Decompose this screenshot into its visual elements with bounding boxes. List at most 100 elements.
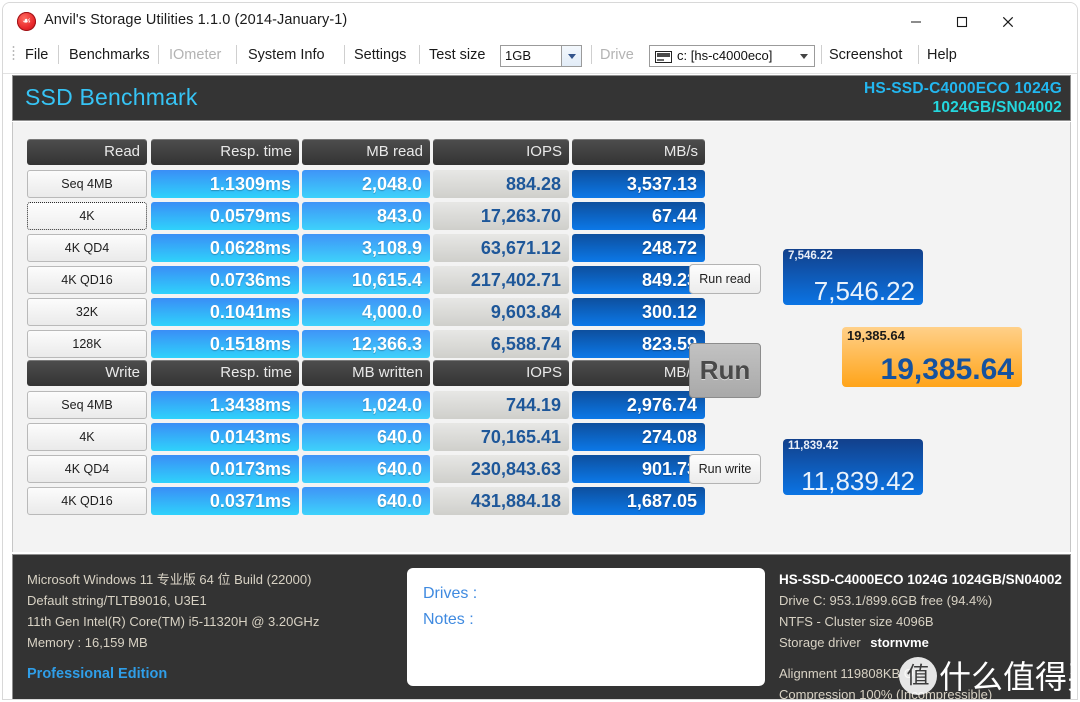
drive-select[interactable]: c: [hs-c4000eco] [649,45,815,67]
help-button[interactable]: Help [927,47,957,63]
write-iops-cell-0: 744.19 [433,391,569,419]
drive-capacity: Drive C: 953.1/899.6GB free (94.4%) [779,593,993,608]
total-score-caption: 19,385.64 [847,328,905,343]
read-row-label-0[interactable]: Seq 4MB [27,170,147,198]
read-iops-cell-2: 63,671.12 [433,234,569,262]
drive-filesystem: NTFS - Cluster size 4096B [779,614,934,629]
page-title: SSD Benchmark [25,84,198,110]
menu-item-system-info[interactable]: System Info [248,47,325,63]
menu-grip [12,45,15,61]
os-version: Microsoft Windows 11 专业版 64 位 Build (220… [27,572,312,587]
chevron-down-icon[interactable] [794,46,814,66]
close-button[interactable] [985,3,1031,41]
info-footer: Microsoft Windows 11 专业版 64 位 Build (220… [12,554,1071,699]
write-score-box: 11,839.42 11,839.42 [783,439,923,495]
run-button[interactable]: Run [689,343,761,398]
read-header-3: IOPS [433,139,569,165]
application-window: ☙ Anvil's Storage Utilities 1.1.0 (2014-… [2,2,1078,700]
write-score-caption: 11,839.42 [788,440,839,452]
write-header-2: MB written [302,360,430,386]
test-size-label: Test size [429,47,486,63]
board-string: Default string/TLTB9016, U3E1 [27,593,207,608]
write-resp-time-cell-0: 1.3438ms [151,391,299,419]
read-row-label-1[interactable]: 4K [27,202,147,230]
total-score-box: 19,385.64 19,385.64 [842,327,1022,387]
test-size-select[interactable]: 1GB [500,45,582,67]
run-read-button[interactable]: Run read [689,264,761,294]
drives-label: Drives : [423,585,478,602]
read-row-label-4[interactable]: 32K [27,298,147,326]
read-score-value: 7,546.22 [813,276,915,305]
read-header-2: MB read [302,139,430,165]
menu-separator [158,45,159,64]
read-resp-time-cell-1: 0.0579ms [151,202,299,230]
write-row-label-2[interactable]: 4K QD4 [27,455,147,483]
run-write-button[interactable]: Run write [689,454,761,484]
read-mbs-cell-5: 823.59 [572,330,705,358]
write-mbs-cell-1: 274.08 [572,423,705,451]
read-mb-cell-3: 10,615.4 [302,266,430,294]
drive-driver-row: Storage driver stornvme [779,632,1062,653]
read-row-label-5[interactable]: 128K [27,330,147,358]
write-header-1: Resp. time [151,360,299,386]
write-row-label-3[interactable]: 4K QD16 [27,487,147,515]
benchmark-banner: SSD Benchmark HS-SSD-C4000ECO 1024G 1024… [12,75,1071,121]
notes-label: Notes : [423,611,474,628]
read-mb-cell-5: 12,366.3 [302,330,430,358]
write-iops-cell-2: 230,843.63 [433,455,569,483]
read-resp-time-cell-0: 1.1309ms [151,170,299,198]
menu-separator [58,45,59,64]
drive-alignment: Alignment 119808KB OK [779,666,923,681]
close-icon [1002,16,1014,28]
maximize-icon [956,16,968,28]
read-mbs-cell-4: 300.12 [572,298,705,326]
read-row-label-2[interactable]: 4K QD4 [27,234,147,262]
read-mbs-cell-2: 248.72 [572,234,705,262]
read-iops-cell-4: 9,603.84 [433,298,569,326]
read-header-0: Read [27,139,147,165]
screenshot-button[interactable]: Screenshot [829,47,902,63]
write-mb-cell-2: 640.0 [302,455,430,483]
driver-value: stornvme [870,635,929,650]
write-mbs-cell-2: 901.73 [572,455,705,483]
maximize-button[interactable] [939,3,985,41]
device-serial: 1024GB/SN04002 [932,99,1062,116]
total-score-value: 19,385.64 [880,353,1014,386]
read-score-caption: 7,546.22 [788,250,833,262]
write-header-0: Write [27,360,147,386]
write-mbs-cell-0: 2,976.74 [572,391,705,419]
menu-item-file[interactable]: File [25,47,48,63]
write-mb-cell-0: 1,024.0 [302,391,430,419]
minimize-button[interactable] [893,3,939,41]
write-row-label-1[interactable]: 4K [27,423,147,451]
notes-box[interactable]: Drives : Notes : [407,568,765,686]
read-row-label-3[interactable]: 4K QD16 [27,266,147,294]
menu-item-iometer: IOmeter [169,47,222,63]
menu-item-benchmarks[interactable]: Benchmarks [69,47,150,63]
read-resp-time-cell-4: 0.1041ms [151,298,299,326]
read-score-box: 7,546.22 7,546.22 [783,249,923,305]
write-mbs-cell-3: 1,687.05 [572,487,705,515]
read-resp-time-cell-5: 0.1518ms [151,330,299,358]
read-iops-cell-1: 17,263.70 [433,202,569,230]
window-title: Anvil's Storage Utilities 1.1.0 (2014-Ja… [44,12,348,28]
write-iops-cell-1: 70,165.41 [433,423,569,451]
read-mb-cell-4: 4,000.0 [302,298,430,326]
read-iops-cell-0: 884.28 [433,170,569,198]
read-mb-cell-2: 3,108.9 [302,234,430,262]
write-mb-cell-1: 640.0 [302,423,430,451]
menu-item-settings[interactable]: Settings [354,47,406,63]
write-row-label-0[interactable]: Seq 4MB [27,391,147,419]
app-root: ☙ Anvil's Storage Utilities 1.1.0 (2014-… [0,0,1080,702]
minimize-icon [911,21,921,23]
write-header-3: IOPS [433,360,569,386]
chevron-down-icon[interactable] [561,46,581,66]
menu-separator [344,45,345,64]
title-bar: ☙ Anvil's Storage Utilities 1.1.0 (2014-… [3,3,1077,41]
drive-info-block: HS-SSD-C4000ECO 1024G 1024GB/SN04002 Dri… [779,569,1062,699]
menu-separator [236,45,237,64]
anvil-icon: ☙ [17,12,36,31]
cpu-model: 11th Gen Intel(R) Core(TM) i5-11320H @ 3… [27,614,320,629]
menu-separator [591,45,592,64]
read-mbs-cell-0: 3,537.13 [572,170,705,198]
